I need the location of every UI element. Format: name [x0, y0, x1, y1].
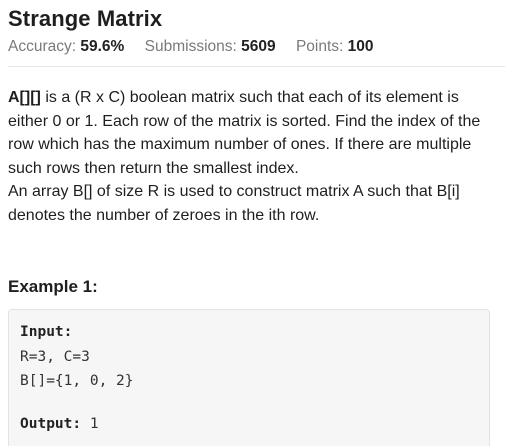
- example-heading: Example 1:: [8, 277, 98, 296]
- points-value: 100: [347, 38, 374, 55]
- problem-title: Strange Matrix: [8, 6, 163, 31]
- problem-statement: A[][] is a (R x C) boolean matrix such t…: [8, 86, 498, 227]
- accuracy-stat: Accuracy: 59.6%: [8, 38, 124, 55]
- input-label-line: Input:: [20, 324, 72, 340]
- input-label: Input:: [20, 324, 73, 340]
- submissions-stat: Submissions: 5609: [145, 38, 276, 55]
- problem-stats: Accuracy: 59.6% Submissions: 5609 Points…: [8, 38, 390, 56]
- submissions-value: 5609: [241, 38, 276, 55]
- accuracy-label: Accuracy:: [8, 38, 77, 55]
- statement-paragraph-2: An array B[] of size R is used to constr…: [8, 183, 460, 224]
- statement-paragraph-1: A[][] is a (R x C) boolean matrix such t…: [8, 86, 498, 180]
- points-stat: Points: 100: [296, 38, 374, 55]
- points-label: Points:: [295, 38, 344, 55]
- output-line: Output: 1: [20, 416, 99, 432]
- problem-page: Strange Matrix Accuracy: 59.6% Submissio…: [0, 0, 505, 446]
- output-label: Output:: [20, 416, 82, 432]
- example-box: Input: R=3, C=3 B[]={1, 0, 2} Output: 1: [8, 309, 490, 446]
- submissions-label: Submissions:: [144, 38, 237, 55]
- matrix-name: A[][]: [8, 89, 41, 106]
- statement-text-1: is a (R x C) boolean matrix such that ea…: [8, 89, 481, 177]
- output-value: 1: [81, 416, 99, 432]
- header-divider: [8, 66, 505, 67]
- input-line-1: R=3, C=3: [20, 349, 90, 365]
- input-line-2: B[]={1, 0, 2}: [20, 373, 134, 389]
- accuracy-value: 59.6%: [80, 38, 125, 55]
